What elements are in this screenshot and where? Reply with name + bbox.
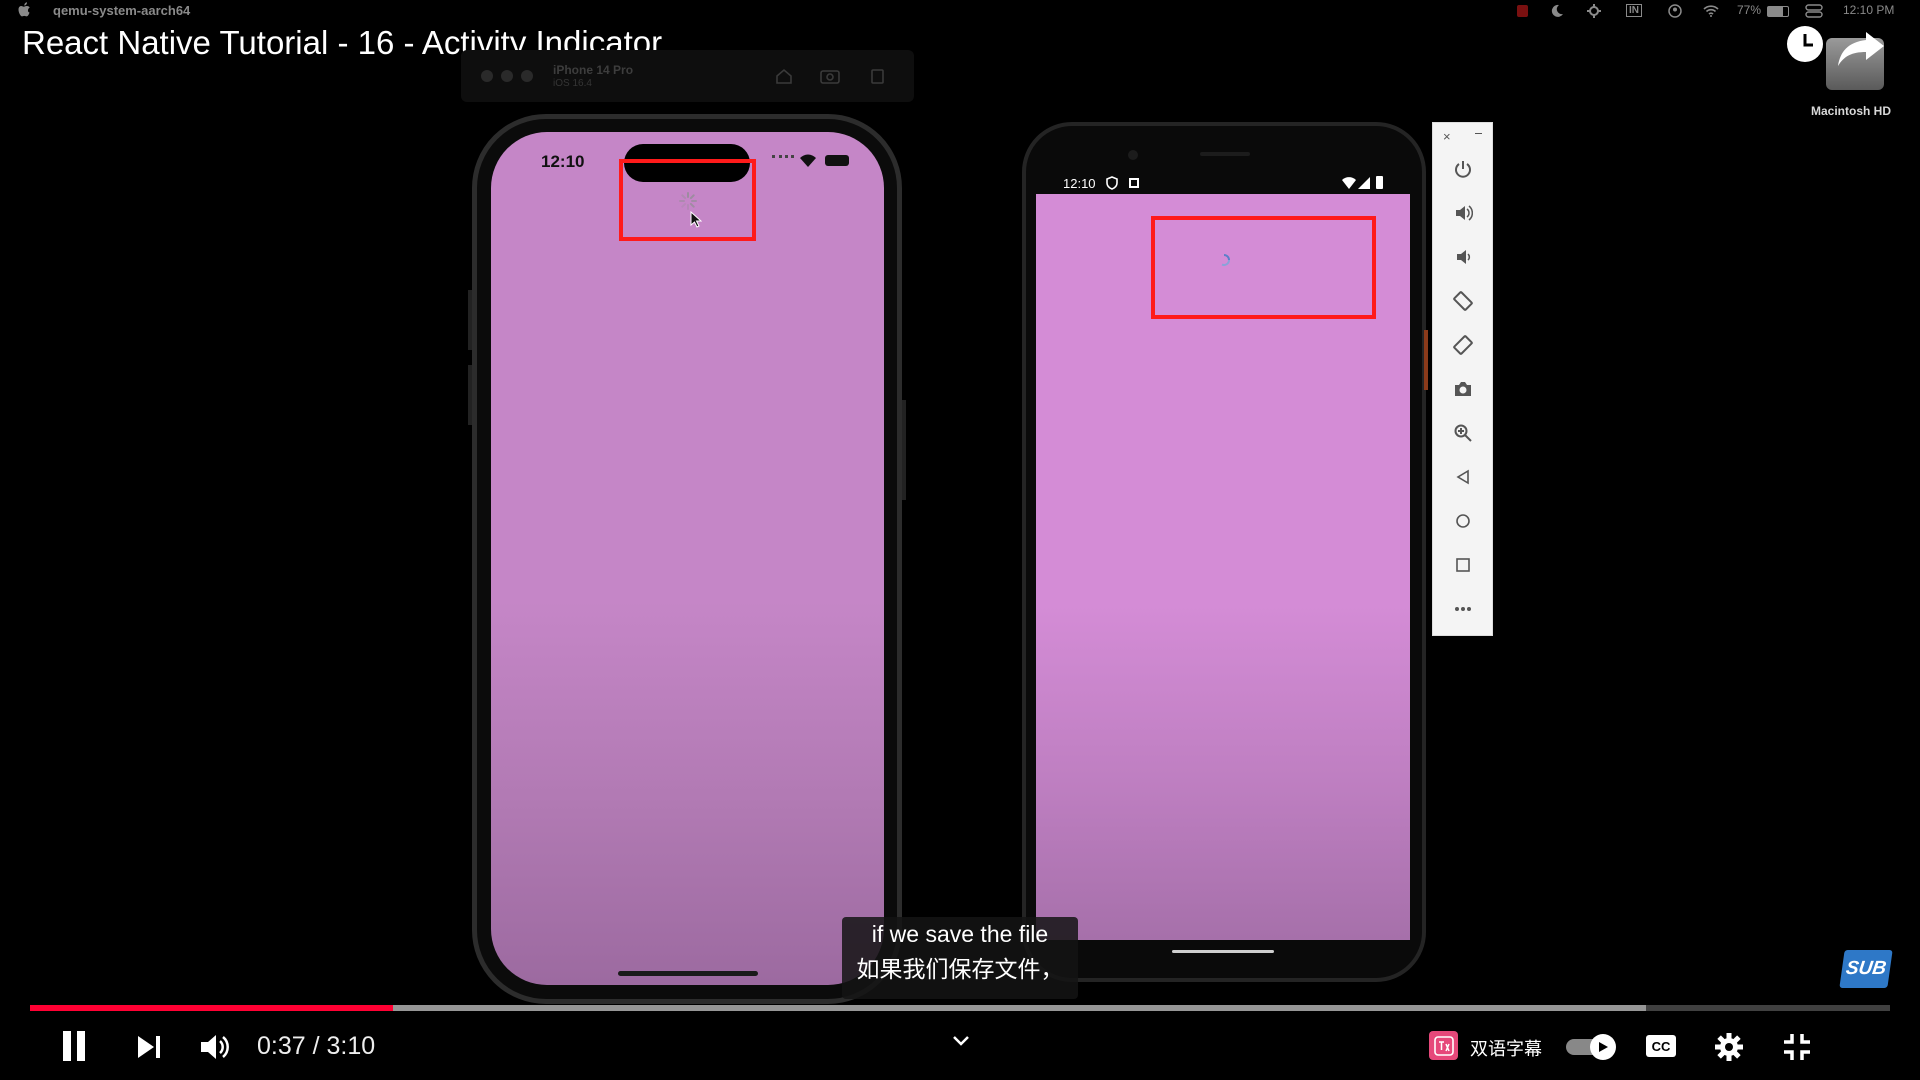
android-speaker-slot	[1200, 152, 1250, 156]
active-app-name[interactable]: qemu-system-aarch64	[53, 3, 190, 18]
bilingual-subtitle-icon[interactable]	[1429, 1031, 1458, 1060]
android-home-indicator[interactable]	[1172, 950, 1274, 953]
android-shield-icon	[1106, 176, 1118, 190]
back-icon[interactable]	[1449, 463, 1477, 491]
battery-icon[interactable]	[1767, 6, 1789, 17]
android-camera-dot	[1128, 150, 1138, 160]
exit-fullscreen-button[interactable]	[1780, 1030, 1814, 1064]
expand-chevron-button[interactable]	[950, 1030, 972, 1052]
pause-icon	[63, 1031, 85, 1061]
time-display: 0:37 / 3:10	[257, 1032, 376, 1060]
emulator-control-bar: ×	[1432, 122, 1493, 636]
android-volume-rocker	[1424, 330, 1428, 390]
ios-status-time: 12:10	[541, 152, 585, 171]
iphone-side-button	[468, 365, 472, 425]
subtitle-caption[interactable]: if we save the file 如果我们保存文件，	[842, 917, 1078, 999]
window-close-dot[interactable]	[481, 70, 493, 82]
record-icon[interactable]	[1517, 5, 1528, 17]
zoom-icon[interactable]	[1449, 419, 1477, 447]
rotate-icon[interactable]	[867, 66, 887, 86]
play-icon	[1599, 1042, 1608, 1052]
volume-down-icon[interactable]	[1449, 243, 1477, 271]
moon-icon[interactable]	[1550, 4, 1564, 18]
power-icon[interactable]	[1449, 155, 1477, 183]
ios-home-indicator[interactable]	[618, 971, 758, 976]
next-button[interactable]	[134, 1032, 164, 1062]
apple-icon[interactable]	[18, 2, 32, 18]
ios-app-screen[interactable]	[491, 132, 884, 985]
progress-played	[30, 1005, 393, 1011]
highlight-box-android	[1151, 216, 1376, 319]
window-minimize-dot[interactable]	[501, 70, 513, 82]
simulator-os-version: iOS 16.4	[553, 78, 592, 89]
android-notification-icon	[1129, 178, 1139, 188]
volume-icon	[201, 1035, 229, 1059]
watch-later-button[interactable]	[1786, 25, 1824, 68]
android-wifi-icon	[1342, 177, 1356, 189]
simulator-toolbar: iPhone 14 Pro iOS 16.4	[461, 50, 914, 102]
simulator-device-name: iPhone 14 Pro	[553, 63, 634, 77]
battery-percent: 77%	[1737, 3, 1762, 17]
bilingual-subtitle-label[interactable]: 双语字幕	[1470, 1035, 1542, 1061]
gear-icon	[1715, 1033, 1743, 1061]
menubar-clock[interactable]: 12:10 PM	[1843, 3, 1894, 17]
window-zoom-dot[interactable]	[521, 70, 533, 82]
mouse-cursor-icon	[690, 211, 702, 228]
emulator-close-icon[interactable]: ×	[1443, 129, 1451, 144]
control-center-icon[interactable]	[1805, 4, 1823, 18]
activity-indicator-spinner-icon	[679, 192, 697, 210]
ios-battery-icon	[825, 155, 849, 166]
settings-button[interactable]	[1712, 1030, 1746, 1064]
keyboard-input-badge[interactable]: IN	[1626, 4, 1642, 17]
screenshot-icon[interactable]	[819, 66, 841, 86]
rotate-right-icon[interactable]	[1449, 331, 1477, 359]
user-icon[interactable]	[1668, 4, 1682, 18]
wifi-icon[interactable]	[1703, 5, 1719, 17]
iphone-side-button	[468, 290, 472, 350]
iphone-side-button	[902, 400, 906, 500]
overview-icon[interactable]	[1449, 551, 1477, 579]
android-activity-indicator-icon	[1221, 254, 1231, 266]
ios-wifi-icon	[800, 154, 816, 167]
more-icon[interactable]	[1449, 595, 1477, 623]
next-icon	[138, 1036, 160, 1058]
pause-button[interactable]	[58, 1030, 90, 1062]
android-battery-icon	[1376, 176, 1383, 189]
share-arrow-icon	[1838, 32, 1884, 66]
subtitle-line-zh: 如果我们保存文件，	[856, 956, 1064, 982]
emulator-minimize-icon[interactable]	[1475, 133, 1482, 134]
signal-dots-icon	[772, 155, 794, 161]
subtitle-line-en: if we save the file	[871, 921, 1049, 947]
camera-icon[interactable]	[1449, 375, 1477, 403]
mac-menubar: qemu-system-aarch64 IN 77% 12:10 PM	[0, 0, 1920, 22]
captions-button[interactable]: CC	[1644, 1032, 1678, 1060]
rotate-left-icon[interactable]	[1449, 287, 1477, 315]
svg-text:CC: CC	[1652, 1039, 1671, 1054]
cc-icon: CC	[1646, 1035, 1676, 1057]
android-status-time: 12:10	[1063, 176, 1096, 191]
autoplay-toggle[interactable]	[1566, 1034, 1618, 1060]
disk-label[interactable]: Macintosh HD	[1811, 104, 1891, 118]
volume-button[interactable]	[198, 1030, 232, 1064]
location-icon[interactable]	[1587, 4, 1601, 18]
volume-up-icon[interactable]	[1449, 199, 1477, 227]
home-circle-icon[interactable]	[1449, 507, 1477, 535]
android-signal-icon	[1358, 177, 1370, 189]
home-icon[interactable]	[774, 66, 794, 86]
chevron-down-icon	[953, 1036, 969, 1046]
share-button[interactable]	[1836, 28, 1888, 73]
clock-icon	[1787, 26, 1823, 62]
exit-fullscreen-icon	[1784, 1034, 1810, 1060]
sub-badge[interactable]: SUB	[1839, 950, 1893, 988]
